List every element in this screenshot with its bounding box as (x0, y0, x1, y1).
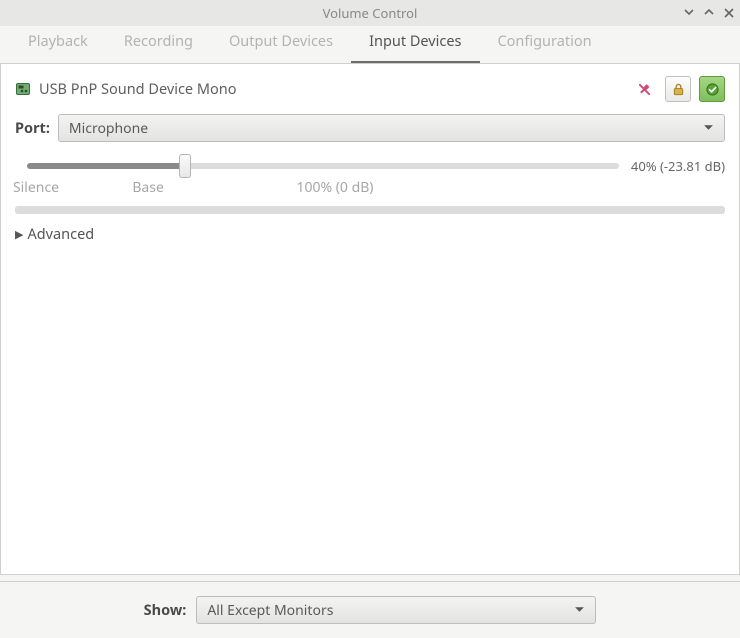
port-dropdown[interactable]: Microphone (58, 114, 725, 142)
sound-card-icon (15, 81, 31, 97)
advanced-label: Advanced (27, 224, 94, 244)
show-dropdown[interactable]: All Except Monitors (196, 596, 596, 624)
port-row: Port: Microphone (13, 110, 727, 150)
volume-control-window: Volume Control Playback Recording Output… (0, 0, 740, 638)
input-level-meter (15, 206, 725, 214)
lock-channels-button[interactable] (665, 76, 691, 102)
advanced-expander[interactable]: ▶ Advanced (15, 224, 725, 244)
device-name: USB PnP Sound Device Mono (39, 79, 237, 99)
volume-slider-thumb[interactable] (179, 154, 191, 178)
scale-silence: Silence (13, 178, 59, 197)
chevron-down-icon (703, 119, 714, 138)
device-header: USB PnP Sound Device Mono (13, 76, 727, 110)
set-fallback-button[interactable] (699, 76, 725, 102)
input-devices-panel: USB PnP Sound Device Mono (0, 64, 740, 575)
tab-playback[interactable]: Playback (10, 21, 106, 63)
maximize-button[interactable] (704, 7, 714, 19)
show-label: Show: (144, 600, 187, 620)
mute-button[interactable] (631, 76, 657, 102)
scale-100: 100% (0 dB) (296, 178, 373, 197)
volume-slider-row: 40% (-23.81 dB) (13, 150, 727, 176)
scale-base: Base (132, 178, 164, 197)
titlebar: Volume Control (0, 0, 740, 26)
show-value: All Except Monitors (207, 601, 333, 620)
minimize-button[interactable] (684, 7, 694, 19)
footer: Show: All Except Monitors (0, 581, 740, 638)
tab-output-devices[interactable]: Output Devices (211, 21, 351, 63)
close-button[interactable] (724, 7, 734, 20)
port-value: Microphone (69, 119, 148, 138)
window-title: Volume Control (323, 4, 418, 22)
volume-scale: Silence Base 100% (0 dB) (27, 178, 725, 198)
volume-readout: 40% (-23.81 dB) (631, 157, 725, 175)
tab-bar: Playback Recording Output Devices Input … (0, 26, 740, 64)
port-label: Port: (15, 118, 50, 138)
triangle-right-icon: ▶ (15, 227, 23, 242)
volume-slider[interactable] (27, 156, 619, 176)
window-controls (684, 0, 734, 26)
tab-input-devices[interactable]: Input Devices (351, 21, 479, 63)
tab-recording[interactable]: Recording (106, 21, 211, 63)
chevron-down-icon (574, 601, 585, 620)
tab-configuration[interactable]: Configuration (480, 21, 610, 63)
